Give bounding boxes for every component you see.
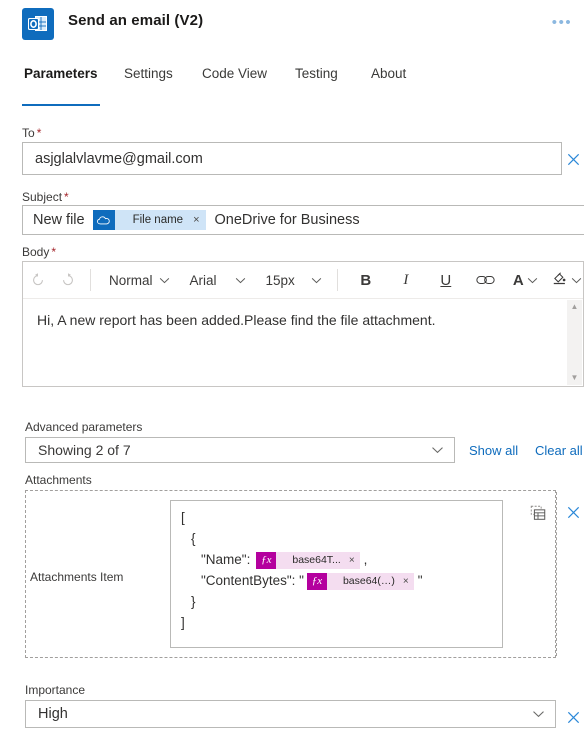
table-view-icon[interactable]: [527, 502, 549, 524]
page-title: Send an email (V2): [68, 12, 204, 29]
attachments-clear-button[interactable]: [562, 501, 584, 523]
panel-header: Send an email (V2) •••: [0, 0, 584, 56]
json-line-5: }: [191, 594, 196, 610]
outlook-app-icon: [22, 8, 54, 40]
font-size-value: 15px: [265, 272, 295, 288]
redo-icon[interactable]: [53, 266, 83, 294]
attachments-group-label: Attachments: [25, 473, 92, 487]
json-line-4-tail: ": [417, 573, 423, 589]
font-color-button[interactable]: A: [509, 266, 542, 294]
bold-button[interactable]: B: [351, 266, 381, 294]
onedrive-cloud-icon: [92, 210, 115, 230]
attachments-json-editor[interactable]: [ { "Name": ƒx base64T... × , "ContentBy…: [170, 500, 503, 648]
expression-token-label: base64(…): [342, 575, 395, 588]
to-field-label: To *: [22, 126, 42, 140]
expression-token-label: base64T...: [292, 554, 341, 567]
attachments-item-label: Attachments Item: [30, 570, 124, 584]
json-line-2: {: [191, 531, 196, 547]
fx-icon: ƒx: [306, 573, 327, 590]
expression-token-remove-icon[interactable]: ×: [403, 574, 409, 590]
subject-token-file-name[interactable]: File name ×: [114, 210, 206, 230]
highlight-button[interactable]: [548, 266, 584, 294]
scroll-down-arrow-icon[interactable]: ▼: [571, 374, 579, 382]
importance-clear-button[interactable]: [562, 706, 584, 728]
tab-parameters-label: Parameters: [24, 66, 98, 81]
tab-code-view-label: Code View: [202, 66, 268, 81]
body-editor-toolbar: Normal Arial 15px B I U A: [23, 262, 583, 299]
tab-testing[interactable]: Testing: [293, 66, 340, 100]
tab-settings[interactable]: Settings: [122, 66, 175, 100]
chevron-down-icon: [235, 277, 245, 283]
font-color-glyph: A: [512, 271, 524, 289]
link-icon[interactable]: [471, 266, 501, 294]
show-all-link[interactable]: Show all: [469, 443, 518, 458]
tab-about-label: About: [371, 66, 407, 81]
font-size-dropdown[interactable]: 15px: [259, 266, 329, 294]
clear-all-link[interactable]: Clear all: [535, 443, 583, 458]
json-key-name: "Name":: [201, 552, 251, 568]
importance-select[interactable]: High: [25, 700, 556, 728]
underline-button[interactable]: U: [431, 266, 461, 294]
body-rich-text-editor[interactable]: Normal Arial 15px B I U A Hi, A new repo…: [22, 261, 584, 387]
tab-about[interactable]: About: [369, 66, 408, 100]
chevron-down-icon: [159, 277, 169, 283]
advanced-parameters-value: Showing 2 of 7: [38, 442, 131, 458]
chevron-down-icon: [527, 277, 537, 283]
subject-prefix-text: New file: [33, 212, 85, 228]
toolbar-divider: [336, 269, 338, 291]
highlight-icon: [552, 270, 568, 291]
importance-value: High: [38, 706, 68, 722]
json-line-3: "Name": ƒx base64T... × ,: [181, 550, 492, 571]
expression-token-contentbytes[interactable]: ƒx base64(…) ×: [306, 573, 414, 590]
tab-parameters[interactable]: Parameters: [22, 66, 100, 106]
more-options-button[interactable]: •••: [548, 10, 576, 34]
tab-testing-label: Testing: [295, 66, 338, 81]
to-field-value: asjglalvlavme@gmail.com: [35, 150, 203, 167]
attachments-divider: [556, 492, 557, 656]
fx-icon: ƒx: [256, 552, 277, 569]
to-field[interactable]: asjglalvlavme@gmail.com: [22, 142, 562, 175]
body-scrollbar[interactable]: ▲ ▼: [567, 300, 582, 385]
json-key-contentbytes: "ContentBytes": ": [201, 573, 304, 589]
tab-settings-label: Settings: [124, 66, 173, 81]
expression-token-remove-icon[interactable]: ×: [349, 553, 355, 569]
advanced-parameters-label: Advanced parameters: [25, 420, 143, 434]
tab-active-indicator: [22, 103, 100, 106]
chevron-down-icon: [533, 711, 544, 718]
paragraph-style-value: Normal: [109, 272, 153, 288]
undo-icon[interactable]: [23, 266, 53, 294]
chevron-down-icon: [432, 447, 443, 454]
send-email-action-panel: Send an email (V2) ••• Parameters Settin…: [0, 0, 584, 742]
tab-bar: Parameters Settings Code View Testing Ab…: [0, 66, 584, 106]
expression-token-body[interactable]: base64T... ×: [276, 552, 360, 569]
paragraph-style-dropdown[interactable]: Normal: [102, 266, 177, 294]
body-text-content[interactable]: Hi, A new report has been added.Please f…: [23, 299, 583, 386]
font-family-value: Arial: [189, 272, 217, 288]
tab-code-view[interactable]: Code View: [200, 66, 269, 100]
scroll-up-arrow-icon[interactable]: ▲: [571, 303, 579, 311]
subject-field-label: Subject *: [22, 190, 69, 204]
font-family-dropdown[interactable]: Arial: [183, 266, 253, 294]
chevron-down-icon: [311, 277, 322, 283]
json-line-6: ]: [181, 615, 185, 631]
json-line-4: "ContentBytes": " ƒx base64(…) × ": [181, 571, 492, 592]
advanced-parameters-select[interactable]: Showing 2 of 7: [25, 437, 455, 463]
subject-token-label: File name: [132, 214, 184, 226]
subject-suffix-text: OneDrive for Business: [214, 212, 360, 228]
subject-field[interactable]: New file File name × OneDrive for Busine…: [22, 205, 584, 235]
expression-token-name[interactable]: ƒx base64T... ×: [256, 552, 360, 569]
chevron-down-icon: [571, 277, 581, 283]
toolbar-divider: [90, 269, 91, 291]
subject-token-remove-icon[interactable]: ×: [193, 214, 199, 226]
json-line-1: [: [181, 510, 185, 526]
to-clear-button[interactable]: [562, 148, 584, 170]
body-field-label: Body *: [22, 245, 57, 259]
italic-button[interactable]: I: [391, 266, 421, 294]
expression-token-body[interactable]: base64(…) ×: [326, 573, 414, 590]
json-line-3-tail: ,: [363, 552, 368, 568]
importance-label: Importance: [25, 683, 86, 697]
